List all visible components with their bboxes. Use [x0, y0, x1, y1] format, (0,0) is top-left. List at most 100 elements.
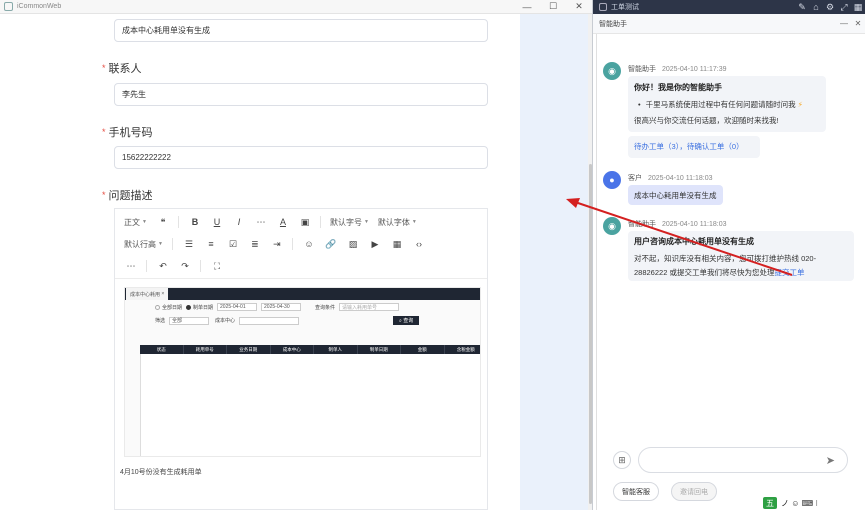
- contact-label: * 联系人: [102, 60, 142, 76]
- underline-icon[interactable]: U: [211, 217, 223, 227]
- answer-title: 用户咨询成本中心耗用单没有生成: [634, 237, 754, 246]
- chat-area: ◉ 智能助手 2025-04-10 11:17:39 你好！我是你的智能助手 • 千…: [593, 34, 865, 510]
- lightning-icon: ⚡: [797, 100, 803, 109]
- minimize-button[interactable]: —: [837, 19, 851, 28]
- message-meta: 客户 2025-04-10 11:18:03: [628, 175, 713, 182]
- video-icon[interactable]: ▶: [369, 239, 381, 250]
- font-color-icon[interactable]: A: [277, 217, 289, 227]
- desktop: iCommonWeb — ☐ ✕ 成本中心耗用单没有生成 * 联系人 李先生 *…: [0, 0, 865, 510]
- rich-text-editor[interactable]: 正文 ▼ ❝ B U I ⋯ A ▣ 默认字号 ▼ 默认字体 ▼ 默认行高 ▼ ☰: [114, 208, 488, 510]
- code-icon[interactable]: ‹›: [413, 239, 425, 249]
- bot-bubble: 你好！我是你的智能助手 • 千里马系统使用过程中有任何问题请随时问我 ⚡ 很高兴与你…: [628, 76, 826, 132]
- close-button[interactable]: ✕: [566, 0, 592, 14]
- user-bubble: 成本中心耗用单没有生成: [628, 185, 723, 205]
- smart-service-button[interactable]: 智能客服: [613, 482, 659, 501]
- assistant-window-title: 工单测试: [611, 4, 639, 11]
- close-button[interactable]: ✕: [851, 19, 865, 28]
- summary-input[interactable]: 成本中心耗用单没有生成: [114, 19, 488, 42]
- numbered-list-icon[interactable]: ≡: [205, 239, 217, 249]
- divider-line-icon[interactable]: ⋯: [125, 261, 137, 272]
- editor-content-text[interactable]: 4月10号份没有生成耗用单: [120, 467, 202, 477]
- bold-icon[interactable]: B: [189, 217, 201, 227]
- es-table-header: 状态 耗用单号 业务日期 成本中心 制单人 制单日期 金额 含税金额: [140, 345, 480, 354]
- assistant-subtitle: 智能助手: [599, 20, 627, 28]
- redo-icon[interactable]: ↷: [179, 261, 191, 272]
- phone-label-text: 手机号码: [108, 127, 153, 139]
- app-icon: [4, 2, 13, 11]
- es-tab: 成本中心耗用 ×: [126, 288, 169, 300]
- es-filter-row-2: 筛选 全部 成本中心 ⌕ 查询: [155, 316, 420, 325]
- font-size-select[interactable]: 默认字号 ▼: [330, 217, 369, 228]
- pending-tickets-link[interactable]: 待办工单（3）: [634, 142, 679, 151]
- maximize-button[interactable]: ☐: [540, 0, 566, 14]
- toolbar-divider: [200, 260, 201, 272]
- line-height-select[interactable]: 默认行高 ▼: [124, 239, 163, 250]
- toolbar-row-1: 正文 ▼ ❝ B U I ⋯ A ▣ 默认字号 ▼ 默认字体 ▼: [115, 211, 417, 233]
- left-titlebar: iCommonWeb — ☐ ✕: [0, 0, 592, 14]
- undo-icon[interactable]: ↶: [157, 261, 169, 272]
- es-search-button: ⌕ 查询: [393, 316, 420, 325]
- scrollbar-thumb[interactable]: [589, 164, 592, 504]
- editor-toolbar: 正文 ▼ ❝ B U I ⋯ A ▣ 默认字号 ▼ 默认字体 ▼ 默认行高 ▼ ☰: [115, 209, 487, 279]
- todo-icon[interactable]: ☑: [227, 239, 239, 250]
- background-color-icon[interactable]: ▣: [299, 217, 311, 228]
- toolbar-row-3: ⋯ ↶ ↷ ⛶: [115, 255, 223, 277]
- assistant-subbar: 智能助手 — ✕: [593, 14, 865, 34]
- toolbar-divider: [319, 216, 321, 228]
- tools-icon[interactable]: ✎: [795, 2, 809, 13]
- es-filter-select: 全部: [169, 316, 210, 325]
- indent-icon[interactable]: ⇥: [271, 239, 283, 250]
- ime-tools: ノ ☺ ⌨ ⁝: [781, 498, 818, 508]
- expand-icon[interactable]: ⤢: [837, 2, 851, 13]
- toolbar-divider: [171, 238, 173, 250]
- toolbar-divider: [146, 260, 147, 272]
- paragraph-select[interactable]: 正文 ▼: [124, 217, 147, 228]
- table-icon[interactable]: ▦: [391, 239, 403, 250]
- align-icon[interactable]: ≣: [249, 239, 261, 250]
- description-label: * 问题描述: [102, 187, 153, 203]
- italic-icon[interactable]: I: [233, 217, 245, 227]
- minimize-button[interactable]: —: [514, 0, 540, 14]
- send-icon[interactable]: ➤: [826, 454, 835, 467]
- es-date-to: 2025-04-30: [261, 303, 302, 311]
- confirm-tickets-link[interactable]: 待确认工单（0）: [687, 142, 744, 151]
- divider: [596, 34, 597, 510]
- lock-icon[interactable]: ⌂: [809, 2, 823, 12]
- left-app-window: iCommonWeb — ☐ ✕ 成本中心耗用单没有生成 * 联系人 李先生 *…: [0, 0, 593, 510]
- toolbox-icon[interactable]: ⊞: [613, 451, 631, 469]
- ime-toolbar[interactable]: 五 ノ ☺ ⌨ ⁝: [763, 496, 865, 510]
- assistant-window: 工单测试 ✎ ⌂ ⚙ ⤢ ▦ 智能助手 — ✕ ◉ 智能助手 2025-04-10…: [593, 0, 865, 510]
- bot-avatar-icon: ◉: [603, 217, 621, 235]
- window-icon: [599, 3, 607, 11]
- chat-input[interactable]: ➤: [638, 447, 848, 473]
- required-mark: *: [102, 63, 106, 73]
- request-callback-button[interactable]: 邀请回电: [671, 482, 717, 501]
- contact-input[interactable]: 李先生: [114, 83, 488, 106]
- phone-input[interactable]: 15622222222: [114, 146, 488, 169]
- user-avatar-icon: ●: [603, 171, 621, 189]
- bullet-line: • 千里马系统使用过程中有任何问题请随时问我 ⚡: [638, 100, 803, 109]
- quote-icon[interactable]: ❝: [157, 217, 169, 228]
- fullscreen-icon[interactable]: ⛶: [211, 261, 223, 272]
- es-radio-icon: [155, 304, 160, 310]
- grid-icon[interactable]: ▦: [851, 2, 865, 13]
- left-margin: [0, 14, 68, 510]
- es-query-label: 查询条件: [315, 304, 336, 311]
- toolbar-divider: [177, 216, 179, 228]
- more-format-icon[interactable]: ⋯: [255, 217, 267, 228]
- image-icon[interactable]: ▨: [347, 239, 359, 250]
- bullet-list-icon[interactable]: ☰: [183, 239, 195, 250]
- ime-logo-icon: 五: [763, 497, 777, 509]
- es-tabbar: 成本中心耗用 ×: [125, 288, 480, 300]
- right-margin: [520, 14, 592, 510]
- link-icon[interactable]: 🔗: [325, 239, 337, 250]
- toolbar-divider: [291, 238, 293, 250]
- contact-label-text: 联系人: [108, 63, 142, 75]
- es-radio-selected-icon: [186, 304, 192, 310]
- emoji-icon[interactable]: ☺: [303, 239, 315, 249]
- font-family-select[interactable]: 默认字体 ▼: [378, 217, 417, 228]
- submit-ticket-link[interactable]: 提交工单: [774, 268, 804, 277]
- description-label-text: 问题描述: [108, 190, 153, 202]
- gear-icon[interactable]: ⚙: [823, 2, 837, 13]
- toolbar-row-2: 默认行高 ▼ ☰ ≡ ☑ ≣ ⇥ ☺ 🔗 ▨ ▶ ▦ ‹›: [115, 233, 425, 255]
